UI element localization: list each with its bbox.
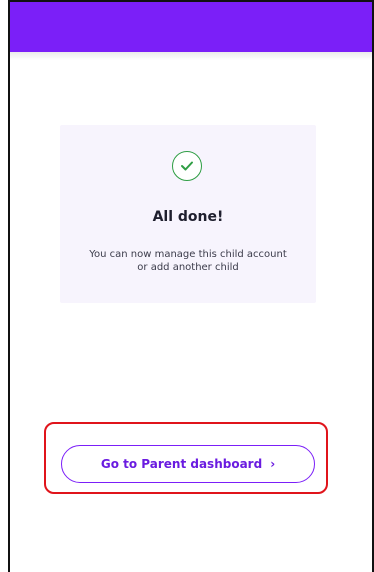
screen-frame: All done! You can now manage this child … bbox=[0, 0, 374, 572]
check-mark-icon bbox=[181, 161, 193, 171]
top-app-bar bbox=[10, 2, 372, 52]
success-message: You can now manage this child account or… bbox=[72, 248, 304, 274]
check-circle-icon bbox=[172, 151, 202, 181]
success-message-line-1: You can now manage this child account bbox=[89, 249, 287, 260]
chevron-right-icon: › bbox=[270, 457, 276, 471]
go-to-parent-dashboard-button[interactable]: Go to Parent dashboard › bbox=[61, 445, 315, 483]
top-bar-shadow bbox=[10, 52, 372, 60]
frame-border-left bbox=[8, 0, 10, 572]
success-title: All done! bbox=[152, 209, 224, 225]
cta-label: Go to Parent dashboard bbox=[100, 457, 263, 471]
success-message-line-2: or add another child bbox=[137, 262, 239, 273]
success-card: All done! You can now manage this child … bbox=[60, 125, 316, 303]
